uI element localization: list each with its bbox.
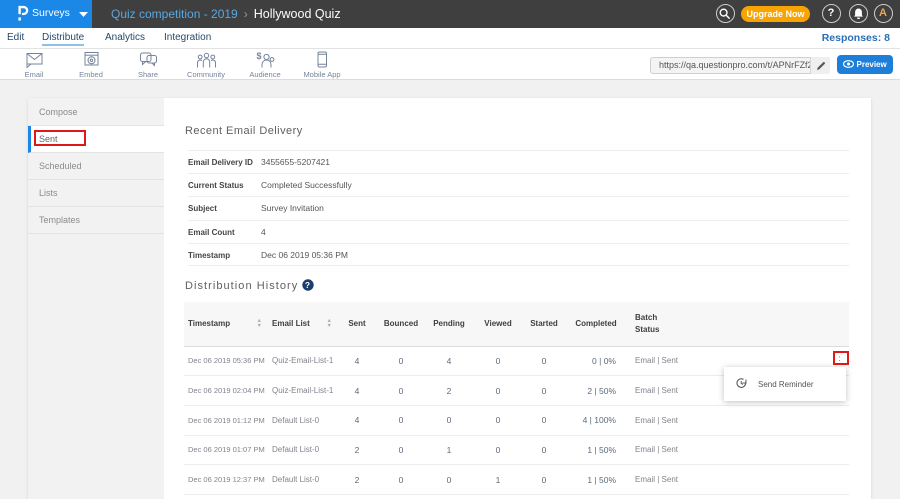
svg-text:$: $ — [257, 51, 262, 61]
svg-text:?: ? — [305, 280, 311, 290]
